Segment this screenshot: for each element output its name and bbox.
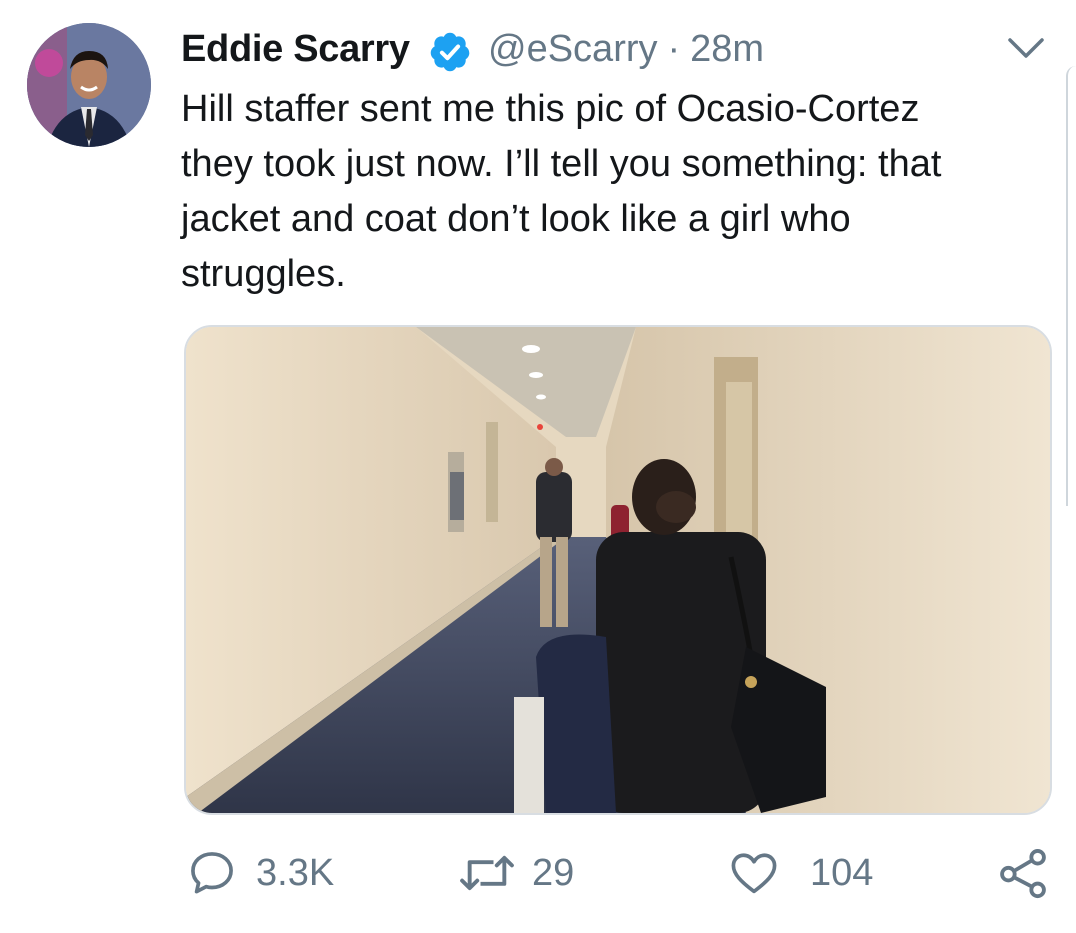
share-icon — [1000, 849, 1046, 899]
author-avatar[interactable] — [27, 23, 151, 147]
heart-icon — [731, 853, 777, 894]
like-button[interactable]: 104 — [726, 845, 873, 901]
tweet-text-line: jacket and coat don’t look like a girl w… — [181, 198, 851, 240]
reply-button[interactable]: 3.3K — [186, 845, 334, 901]
tweet-text-line: Hill staffer sent me this pic of Ocasio-… — [181, 88, 920, 130]
reply-icon — [191, 852, 233, 894]
chevron-down-icon[interactable] — [1006, 32, 1046, 64]
separator-dot: · — [667, 28, 681, 70]
tweet-text: Hill staffer sent me this pic of Ocasio-… — [181, 82, 1051, 302]
verified-badge-icon — [430, 32, 470, 72]
retweet-button[interactable]: 29 — [456, 845, 574, 901]
tweet-text-line: struggles. — [181, 253, 346, 295]
tweet-text-line: they took just now. I’ll tell you someth… — [181, 143, 942, 185]
retweet-count: 29 — [532, 851, 575, 894]
author-handle-and-time: @eScarry · 28m — [488, 28, 764, 71]
tweet-photo[interactable] — [184, 325, 1052, 815]
retweet-icon — [460, 855, 514, 891]
tweet-actions: 3.3K 29 104 — [0, 845, 1076, 905]
reply-count: 3.3K — [256, 851, 335, 894]
author-handle[interactable]: @eScarry — [488, 28, 658, 70]
scroll-edge — [1066, 66, 1076, 506]
like-count: 104 — [810, 851, 874, 894]
share-button[interactable] — [994, 845, 1052, 901]
author-name[interactable]: Eddie Scarry — [181, 28, 410, 71]
tweet-timestamp[interactable]: 28m — [690, 28, 764, 70]
